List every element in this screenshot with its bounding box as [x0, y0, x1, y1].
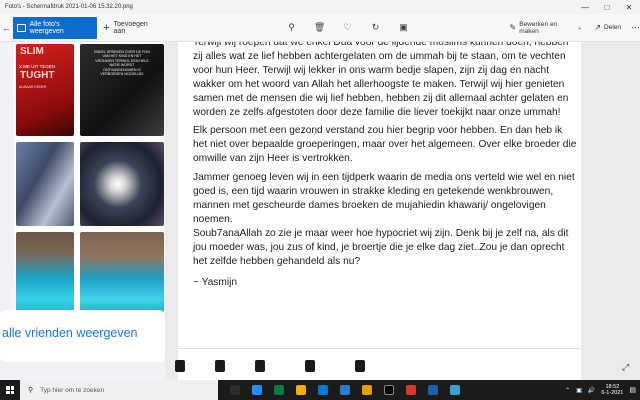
post-card: Terwijl wij roepen dat we enkel Dua voor… [178, 42, 581, 380]
add-to-button[interactable]: + Toevoegen aan [103, 21, 157, 35]
search-icon: ⚲ [28, 387, 34, 394]
preview-glyph [255, 360, 265, 372]
post-paragraph: Soub7anaAllah zo zie je maar weer hoe hy… [193, 227, 569, 267]
preview-glyph [175, 360, 185, 372]
rotate-icon[interactable]: ↻ [362, 22, 390, 33]
tool-icons: ⚲ 🗑 ♡ ↻ ▣ [278, 22, 418, 33]
volume-icon[interactable]: 🔊 [588, 387, 595, 394]
preview-glyph [305, 360, 315, 372]
expand-icon[interactable]: ⤢ [622, 362, 629, 373]
photo-thumbnail[interactable] [80, 232, 164, 316]
taskbar-app-icon[interactable] [312, 380, 334, 400]
network-icon[interactable]: ▣ [576, 387, 582, 394]
clock[interactable]: 18:52 6-1-2021 [601, 384, 623, 397]
notification-icon[interactable]: ▤ [629, 386, 636, 394]
search-placeholder: Typ hier om te zoeken [40, 386, 105, 394]
taskbar-search[interactable]: ⚲ Typ hier om te zoeken [20, 380, 218, 400]
share-icon: ↗ [594, 23, 602, 32]
crop-icon[interactable]: ▣ [390, 22, 418, 33]
post-body: Terwijl wij roepen dat we enkel Dua voor… [193, 42, 579, 294]
taskbar-app-icon[interactable] [224, 380, 246, 400]
photo-thumbnail[interactable] [16, 232, 74, 316]
see-all-friends-link[interactable]: alle vrienden weergeven [2, 326, 138, 340]
close-icon[interactable]: ✕ [618, 0, 640, 14]
image-preview-strip [175, 352, 385, 380]
thumb-text: X ME UIT TEGEN [19, 64, 56, 69]
start-button[interactable] [0, 386, 20, 394]
favorite-icon[interactable]: ♡ [334, 22, 362, 33]
edit-label: Bewerken en maken [519, 20, 558, 35]
divider [178, 348, 581, 349]
all-photos-button[interactable]: Alle foto's weergeven [13, 16, 98, 39]
thumb-text: ENKEL SPREKEN OVER DE PIJN VAN HET KIND … [94, 50, 150, 77]
maximize-icon[interactable]: □ [596, 0, 618, 14]
minimize-icon[interactable]: — [574, 0, 596, 14]
taskbar-apps [224, 380, 466, 400]
plus-icon: + [103, 21, 110, 34]
taskbar-app-icon[interactable] [246, 380, 268, 400]
left-panel: SLIM X ME UIT TEGEN TUGHT ALWAAR EEDER E… [0, 42, 165, 380]
share-label: Delen [604, 24, 621, 31]
thumb-text: ALWAAR EEDER [19, 85, 47, 89]
post-paragraph: Elk persoon met een gezond verstand zou … [193, 125, 577, 165]
taskbar-app-icon[interactable] [378, 380, 400, 400]
photo-thumbnail[interactable]: SLIM X ME UIT TEGEN TUGHT ALWAAR EEDER [16, 44, 74, 136]
preview-glyph [355, 360, 365, 372]
taskbar-app-icon[interactable] [400, 380, 422, 400]
window-controls: — □ ✕ [574, 0, 640, 14]
clock-date: 6-1-2021 [601, 390, 624, 396]
share-button[interactable]: ↗ Delen [594, 23, 621, 32]
windows-logo-icon [6, 386, 14, 394]
delete-icon[interactable]: 🗑 [306, 22, 334, 33]
window-title: Foto's - Schermafdruk 2021-01-06 15.32.2… [5, 4, 133, 10]
photo-toolbar: ← Alle foto's weergeven + Toevoegen aan … [0, 14, 640, 42]
edit-icon: ✎ [509, 23, 517, 32]
taskbar-app-icon[interactable] [268, 380, 290, 400]
system-tray: ⌃ ▣ 🔊 18:52 6-1-2021 ▤ [565, 380, 640, 400]
photo-thumbnail[interactable] [80, 142, 164, 226]
chevron-down-icon: ⌄ [577, 25, 583, 31]
zoom-icon[interactable]: ⚲ [278, 22, 306, 33]
all-photos-label: Alle foto's weergeven [29, 20, 64, 35]
back-icon[interactable]: ← [0, 23, 13, 33]
thumb-text: TUGHT [20, 70, 55, 81]
post-paragraph: Terwijl wij roepen dat we enkel Dua voor… [193, 42, 569, 118]
edit-create-button[interactable]: ✎ Bewerken en maken ⌄ [510, 21, 583, 35]
photos-icon [17, 23, 26, 32]
more-icon[interactable]: ⋯ [631, 22, 640, 33]
windows-taskbar: ⚲ Typ hier om te zoeken ⌃ ▣ 🔊 18:52 6-1-… [0, 380, 640, 400]
title-bar: Foto's - Schermafdruk 2021-01-06 15.32.2… [0, 0, 640, 14]
post-paragraph: Jammer genoeg leven wij in een tijdperk … [193, 172, 575, 225]
taskbar-app-icon[interactable] [334, 380, 356, 400]
thumb-text: SLIM [20, 46, 44, 57]
photo-thumbnail[interactable]: ENKEL SPREKEN OVER DE PIJN VAN HET KIND … [80, 44, 164, 136]
taskbar-app-icon[interactable] [356, 380, 378, 400]
taskbar-app-icon[interactable] [444, 380, 466, 400]
photo-thumbnail[interactable] [16, 142, 74, 226]
taskbar-app-icon[interactable] [290, 380, 312, 400]
add-to-label: Toevoegen aan [113, 20, 148, 35]
chevron-up-icon[interactable]: ⌃ [565, 387, 570, 394]
preview-glyph [215, 360, 225, 372]
post-signature: ~ Yasmijn [193, 276, 238, 288]
photos-card: SLIM X ME UIT TEGEN TUGHT ALWAAR EEDER E… [14, 42, 164, 332]
taskbar-app-icon[interactable] [422, 380, 444, 400]
image-viewer: SLIM X ME UIT TEGEN TUGHT ALWAAR EEDER E… [0, 42, 640, 380]
